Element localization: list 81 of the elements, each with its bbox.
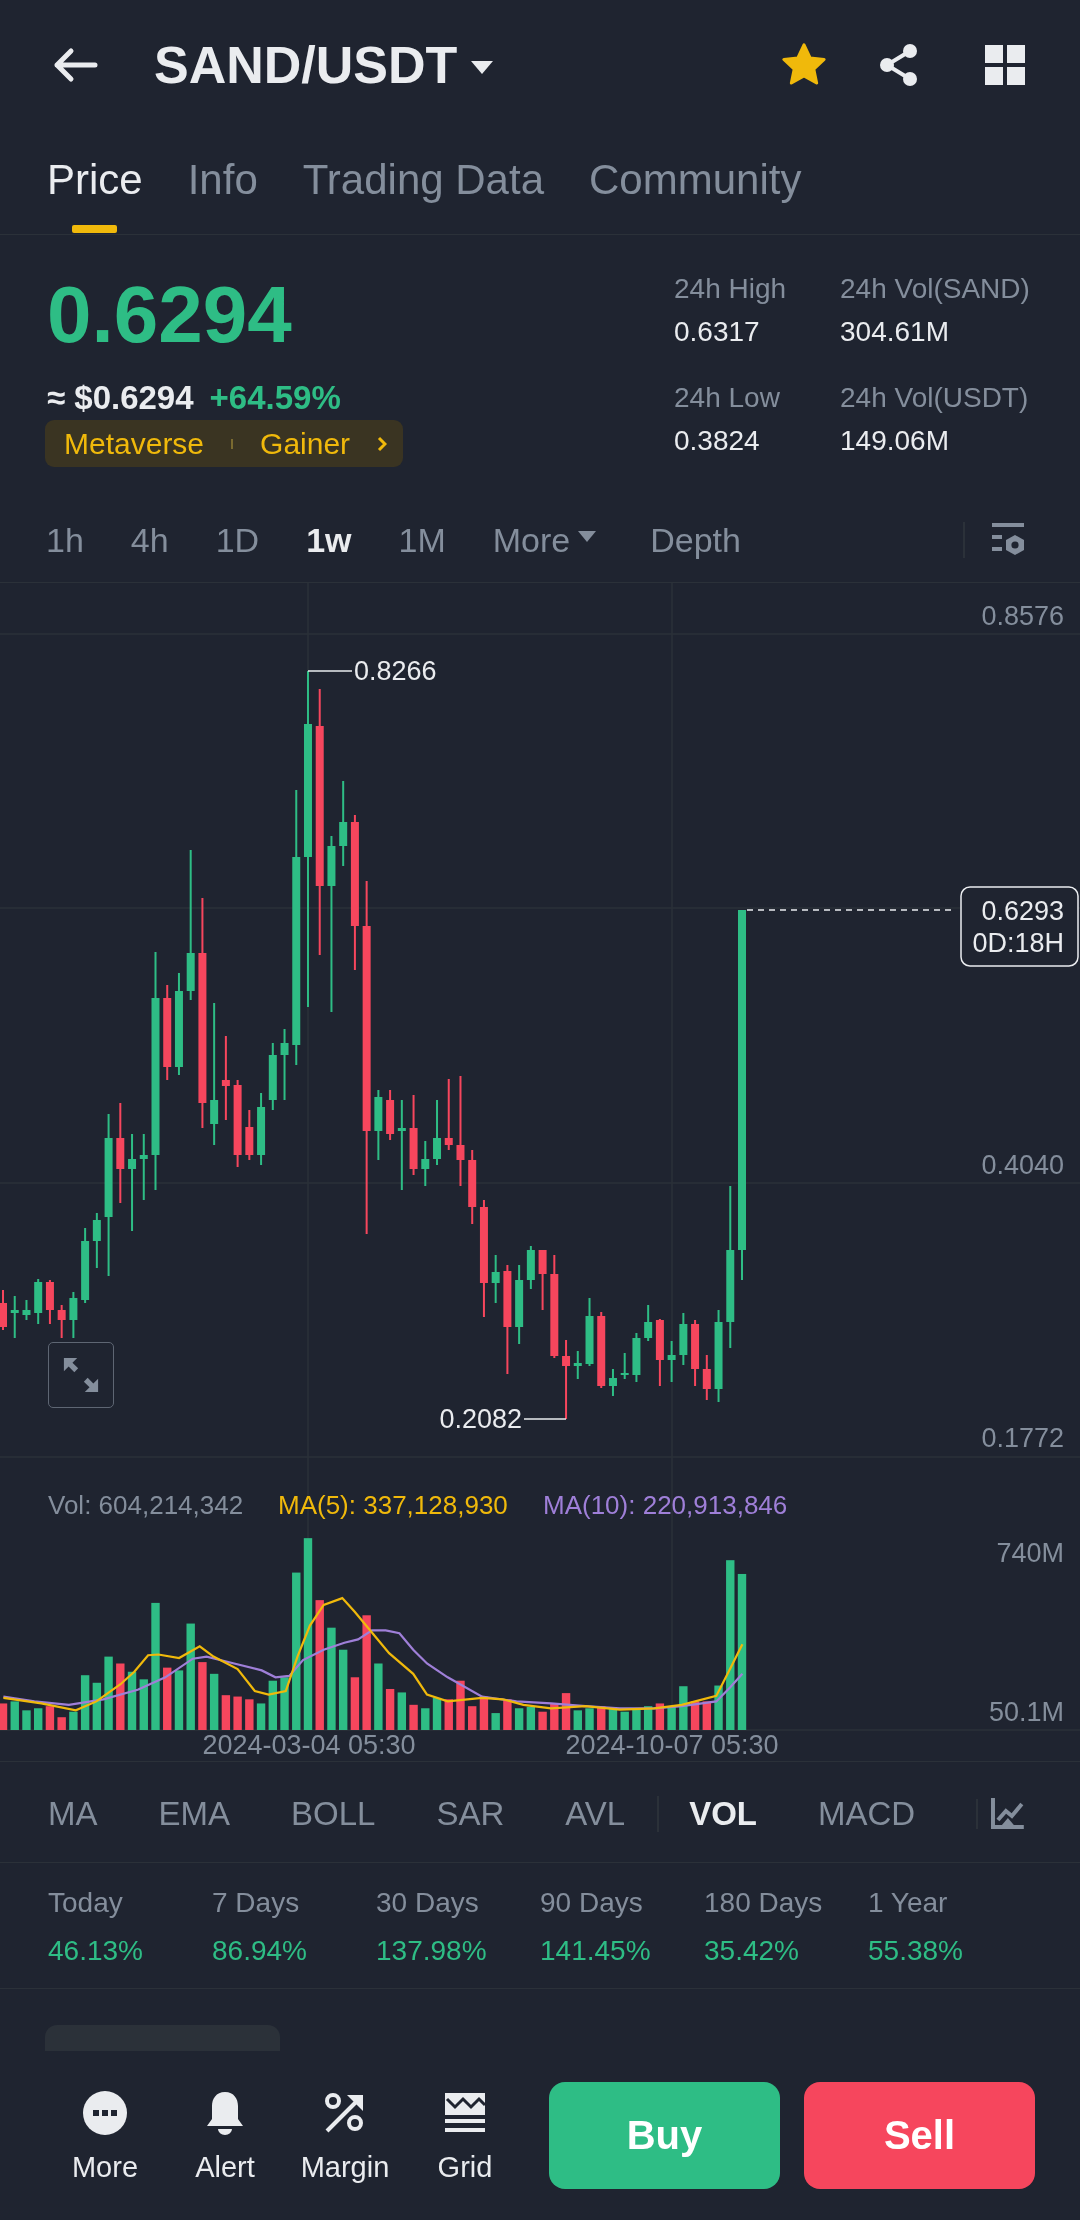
period-label: 1 Year <box>868 1886 949 1920</box>
interval-tab[interactable]: 1M <box>398 519 446 560</box>
legend-text: Vol: 604,214,342 <box>48 1490 244 1520</box>
tag-label: Metaverse <box>64 425 205 462</box>
more-icon <box>83 2091 127 2135</box>
grid-icon[interactable] <box>985 45 1025 85</box>
volume-axis-label: 50.1M <box>988 1697 1064 1727</box>
chevron-icon <box>377 435 387 452</box>
high-price-label: 0.8266 <box>354 656 437 686</box>
period-label: 180 Days <box>704 1886 824 1920</box>
last-price: 0.6294 <box>47 275 293 355</box>
more-button[interactable]: More <box>55 2091 155 2185</box>
tags-chip[interactable]: Metaverse Gainer <box>45 420 403 467</box>
expand-icon <box>62 1356 100 1394</box>
leader-line <box>307 670 353 672</box>
tag-label: Gainer <box>260 425 351 462</box>
period-label: Today <box>48 1886 124 1920</box>
share-icon[interactable] <box>879 43 919 87</box>
stat-label: 24h Vol(USDT) <box>840 381 1030 415</box>
caret-icon <box>578 531 597 542</box>
stat-value: 0.3824 <box>674 424 761 458</box>
countdown-text: 0D:18H <box>972 928 1064 958</box>
interval-tab[interactable]: 1h <box>46 519 84 560</box>
pair-selector[interactable]: SAND/USDT <box>154 35 494 95</box>
line-chart-icon[interactable] <box>990 1798 1024 1830</box>
fiat-price: ≈ $0.6294 <box>47 378 194 418</box>
date-axis-label: 2024-10-07 05:30 <box>565 1730 779 1760</box>
indicator-tab[interactable]: AVL <box>565 1794 626 1834</box>
tab[interactable]: Trading Data <box>302 130 544 234</box>
legend-text: MA(5): 337,128,930 <box>278 1490 508 1520</box>
depth-tab[interactable]: Depth <box>650 519 741 560</box>
stat-label: 24h Vol(SAND) <box>840 272 1030 306</box>
change-value: 141.45% <box>540 1934 652 1968</box>
indicator-tab[interactable]: MA <box>48 1794 98 1834</box>
indicator-tab[interactable]: SAR <box>436 1794 505 1834</box>
bell-icon <box>205 2091 245 2135</box>
more-dropdown[interactable]: More <box>492 519 597 560</box>
change-value: 35.42% <box>704 1934 800 1968</box>
expand-button[interactable] <box>48 1342 114 1408</box>
back-arrow-icon[interactable] <box>52 47 98 83</box>
change-value: 137.98% <box>376 1934 488 1968</box>
price-change: +64.59% <box>209 378 341 418</box>
legend-text: MA(10): 220,913,846 <box>543 1490 788 1520</box>
volume-axis-label: 740M <box>996 1538 1064 1568</box>
leader-line <box>523 1418 567 1420</box>
grid-button[interactable]: Grid <box>415 2091 515 2185</box>
tab[interactable]: Price <box>47 130 143 234</box>
stat-value: 0.6317 <box>674 315 761 349</box>
period-label: 90 Days <box>540 1886 644 1920</box>
change-value: 46.13% <box>48 1934 144 1968</box>
price-axis-label: 0.8576 <box>981 601 1064 631</box>
stat-value: 149.06M <box>840 424 950 458</box>
date-axis-label: 2024-03-04 05:30 <box>202 1730 416 1760</box>
caret-icon <box>471 60 494 74</box>
interval-tab[interactable]: 1w <box>306 519 352 560</box>
indicator-tab[interactable]: BOLL <box>291 1794 376 1834</box>
period-label: 7 Days <box>212 1886 301 1920</box>
tab[interactable]: Info <box>187 130 258 234</box>
grid-chart-icon <box>443 2091 487 2135</box>
stat-label: 24h High <box>674 272 788 306</box>
interval-tab[interactable]: 4h <box>130 519 169 560</box>
settings-icon[interactable] <box>990 522 1026 557</box>
star-icon[interactable] <box>781 43 827 87</box>
tab[interactable]: Community <box>589 130 802 234</box>
price-axis-label: 0.1772 <box>981 1423 1064 1453</box>
alert-button[interactable]: Alert <box>175 2091 275 2185</box>
last-price-value: 0.6293 <box>981 896 1064 926</box>
buy-button[interactable]: Buy <box>549 2082 780 2189</box>
change-value: 86.94% <box>212 1934 308 1968</box>
indicator-tab[interactable]: MACD <box>818 1794 916 1834</box>
period-label: 30 Days <box>376 1886 480 1920</box>
margin-button[interactable]: Margin <box>295 2091 395 2185</box>
low-price-label: 0.2082 <box>439 1404 522 1434</box>
interval-tab[interactable]: 1D <box>215 519 260 560</box>
price-axis-label: 0.4040 <box>981 1150 1064 1180</box>
sell-button[interactable]: Sell <box>804 2082 1035 2189</box>
stat-label: 24h Low <box>674 381 781 415</box>
indicator-tab[interactable]: EMA <box>158 1794 230 1834</box>
change-value: 55.38% <box>868 1934 964 1968</box>
stat-value: 304.61M <box>840 315 950 349</box>
indicator-tab[interactable]: VOL <box>689 1794 758 1834</box>
